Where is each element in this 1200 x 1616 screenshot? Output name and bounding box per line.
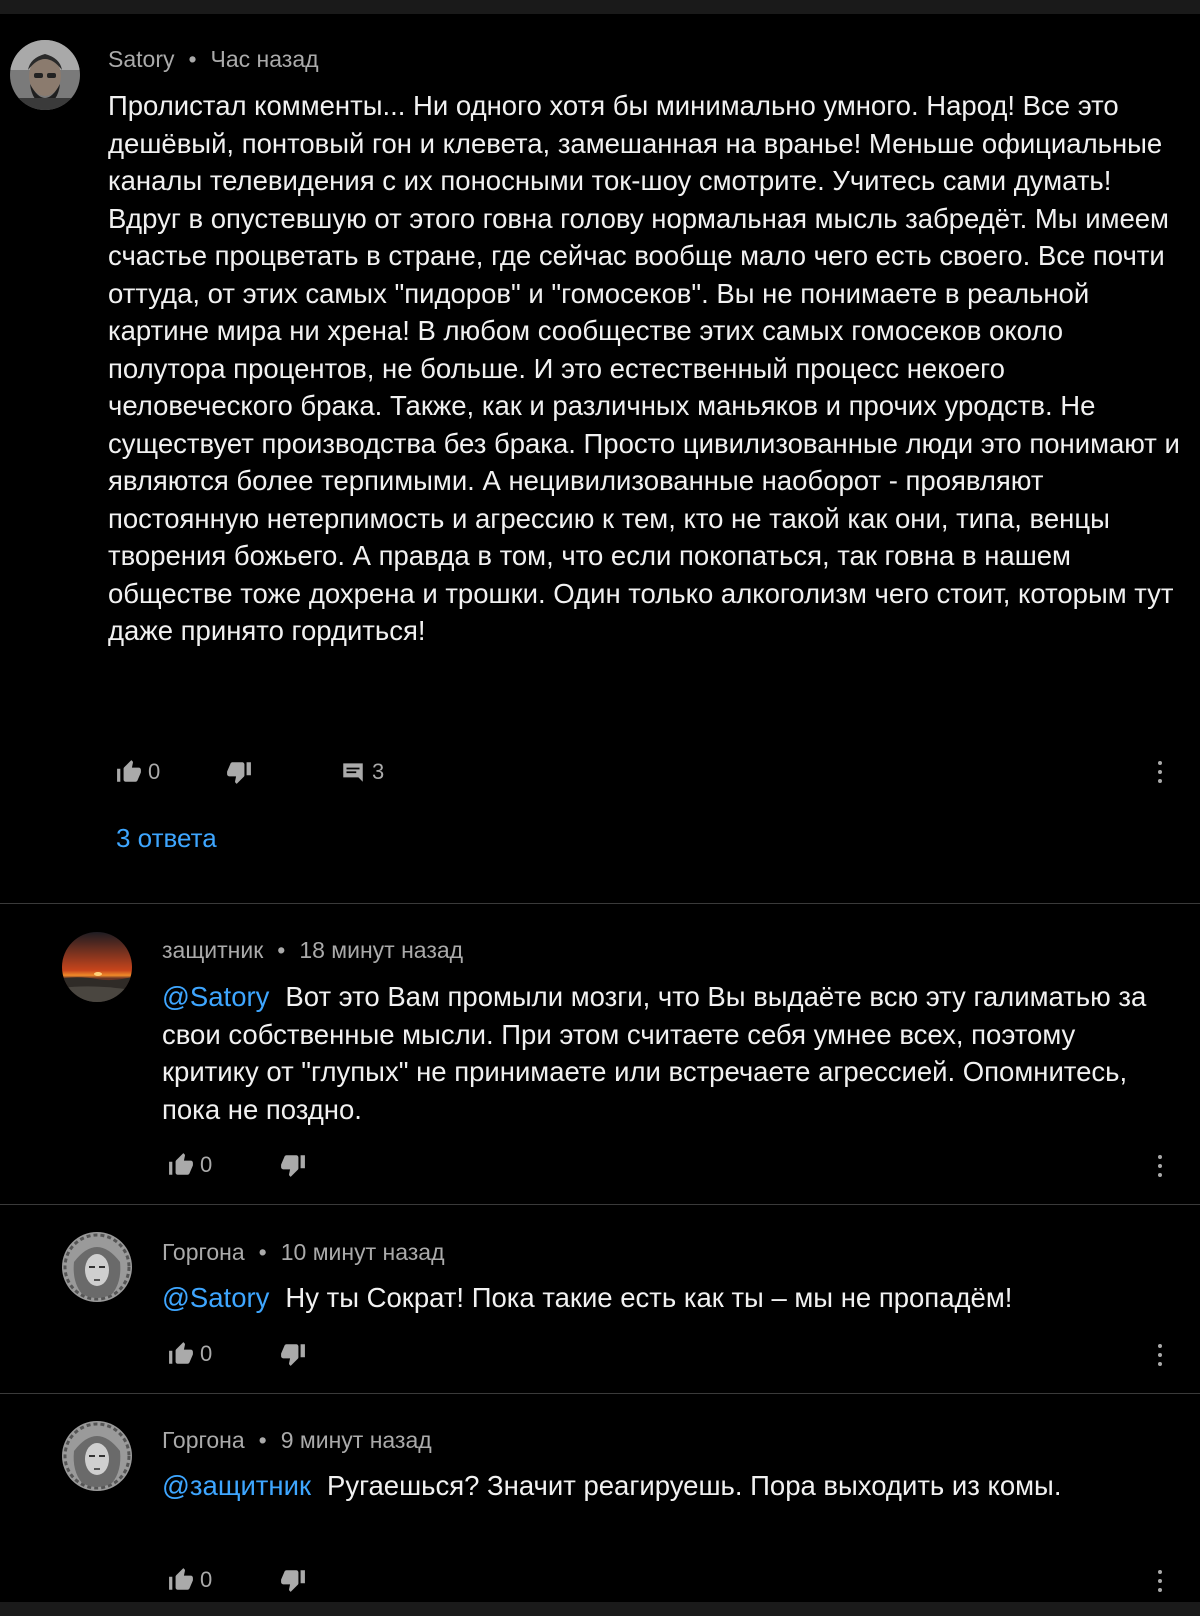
- mention-link[interactable]: @Satory: [162, 1282, 269, 1313]
- avatar[interactable]: [62, 932, 132, 1002]
- more-vertical-icon: [1155, 1568, 1165, 1594]
- avatar[interactable]: [62, 1232, 132, 1302]
- author-name[interactable]: Горгона: [162, 1427, 245, 1453]
- avatar[interactable]: [62, 1421, 132, 1491]
- comment-body: Вот это Вам промыли мозги, что Вы выдаёт…: [162, 981, 1147, 1125]
- like-button[interactable]: 0: [168, 1565, 212, 1595]
- comment-text: @защитник Ругаешься? Значит реагируешь. П…: [162, 1467, 1142, 1505]
- author-name[interactable]: Satory: [108, 46, 174, 72]
- reply-count: 3: [372, 759, 385, 784]
- comment-meta: Satory • Час назад: [108, 46, 319, 73]
- avatar[interactable]: [10, 40, 80, 110]
- more-options-button[interactable]: [1155, 1153, 1165, 1179]
- divider: [0, 1393, 1200, 1394]
- comment-time: 10 минут назад: [280, 1239, 445, 1265]
- comment-text: @Satory Вот это Вам промыли мозги, что Вы…: [162, 978, 1162, 1128]
- reply-button[interactable]: 3: [340, 757, 384, 787]
- comment-meta: Горгона • 10 минут назад: [162, 1239, 445, 1266]
- author-name[interactable]: защитник: [162, 937, 263, 963]
- more-options-button[interactable]: [1155, 759, 1165, 785]
- thumbs-up-icon: [168, 1152, 194, 1178]
- comment-meta: защитник • 18 минут назад: [162, 937, 463, 964]
- comment-time: Час назад: [210, 46, 319, 72]
- comment-time: 18 минут назад: [299, 937, 464, 963]
- dislike-button[interactable]: [226, 757, 252, 787]
- more-options-button[interactable]: [1155, 1342, 1165, 1368]
- status-bar-strip: [0, 0, 1200, 14]
- comment-body: Ругаешься? Значит реагируешь. Пора выход…: [326, 1470, 1062, 1501]
- meta-separator: •: [277, 937, 286, 963]
- comment-time: 9 минут назад: [280, 1427, 432, 1453]
- meta-separator: •: [258, 1427, 267, 1453]
- view-replies-link[interactable]: 3 ответа: [116, 823, 217, 854]
- comment-icon: [340, 759, 366, 785]
- comment-body: Ну ты Сократ! Пока такие есть как ты – м…: [285, 1282, 1013, 1313]
- thumbs-down-icon: [226, 759, 252, 785]
- author-name[interactable]: Горгона: [162, 1239, 245, 1265]
- dislike-button[interactable]: [280, 1339, 306, 1369]
- comment-meta: Горгона • 9 минут назад: [162, 1427, 432, 1454]
- divider: [0, 903, 1200, 904]
- divider: [0, 1204, 1200, 1205]
- dislike-button[interactable]: [280, 1150, 306, 1180]
- like-count: 0: [200, 1567, 213, 1592]
- more-vertical-icon: [1155, 1153, 1165, 1179]
- thumbs-down-icon: [280, 1567, 306, 1593]
- comment-text: @Satory Ну ты Сократ! Пока такие есть как…: [162, 1279, 1182, 1317]
- more-vertical-icon: [1155, 759, 1165, 785]
- like-button[interactable]: 0: [116, 757, 160, 787]
- dislike-button[interactable]: [280, 1565, 306, 1595]
- mention-link[interactable]: @Satory: [162, 981, 269, 1012]
- comment-text: Пролистал комменты... Ни одного хотя бы …: [108, 90, 1180, 646]
- meta-separator: •: [258, 1239, 267, 1265]
- thumbs-down-icon: [280, 1341, 306, 1367]
- meta-separator: •: [188, 46, 197, 72]
- more-options-button[interactable]: [1155, 1568, 1165, 1594]
- thumbs-up-icon: [116, 759, 142, 785]
- like-count: 0: [148, 759, 161, 784]
- thumbs-up-icon: [168, 1567, 194, 1593]
- like-button[interactable]: 0: [168, 1150, 212, 1180]
- more-vertical-icon: [1155, 1342, 1165, 1368]
- bottom-strip: [0, 1602, 1200, 1616]
- mention-link[interactable]: @защитник: [162, 1470, 311, 1501]
- like-count: 0: [200, 1152, 213, 1177]
- like-button[interactable]: 0: [168, 1339, 212, 1369]
- thumbs-down-icon: [280, 1152, 306, 1178]
- like-count: 0: [200, 1341, 213, 1366]
- thumbs-up-icon: [168, 1341, 194, 1367]
